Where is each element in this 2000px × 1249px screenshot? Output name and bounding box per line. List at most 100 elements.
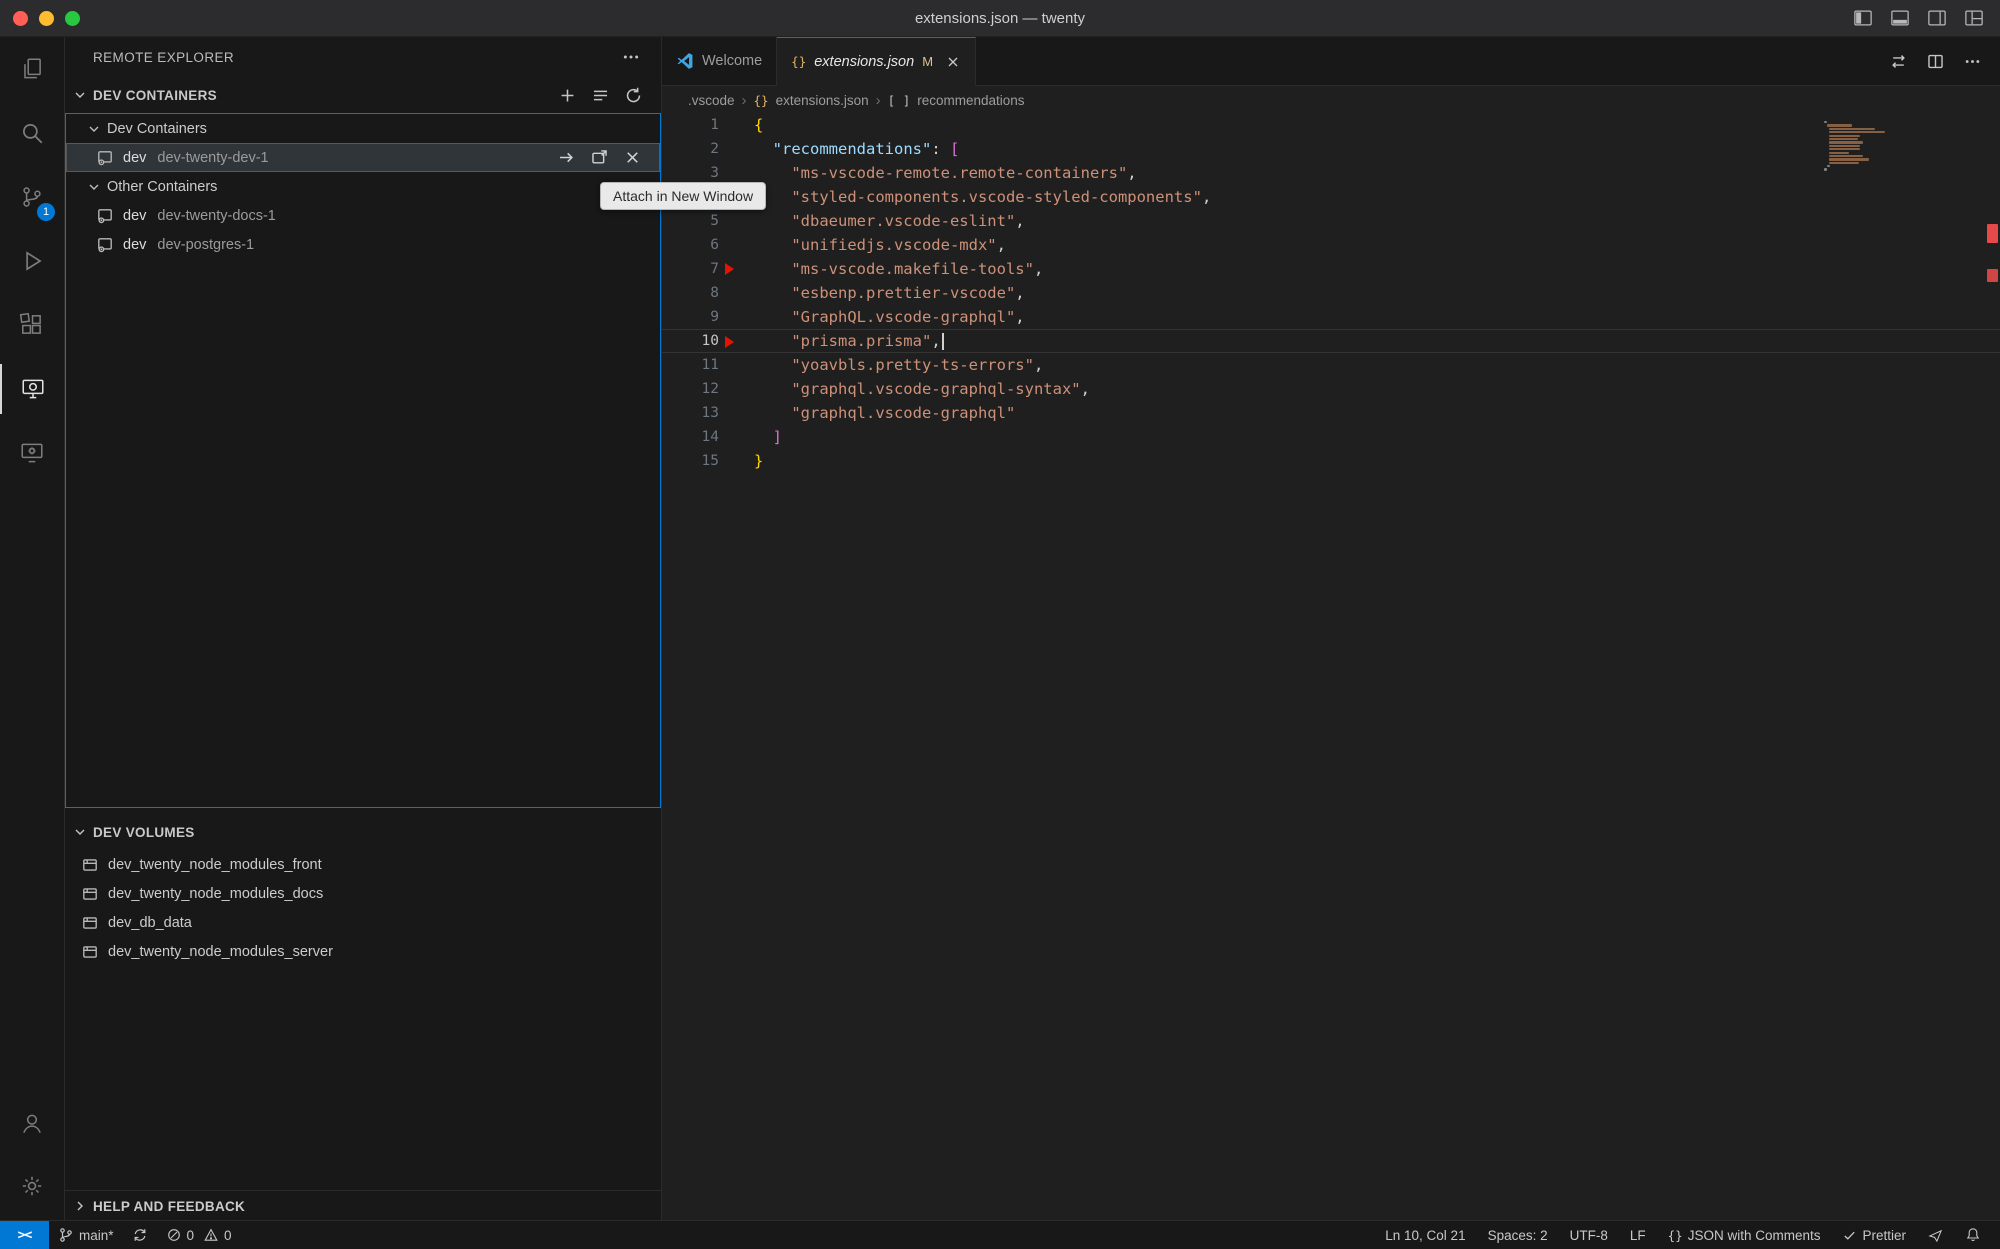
code-text[interactable]: "GraphQL.vscode-graphql", [662,305,2000,329]
code-text[interactable]: "ms-vscode.makefile-tools", [662,257,2000,281]
line-number[interactable]: 10 [662,330,719,352]
toggle-panel-icon[interactable] [1890,8,1910,28]
toggle-secondary-sidebar-icon[interactable] [1927,8,1947,28]
code-line[interactable]: 4 "styled-components.vscode-styled-compo… [662,185,2000,209]
line-number[interactable]: 14 [662,425,719,449]
settings-gear-icon[interactable] [0,1161,64,1211]
tree-group-dev-containers[interactable]: Dev Containers [66,114,660,143]
code-text[interactable]: { [662,113,2000,137]
accounts-icon[interactable] [0,1099,64,1149]
toggle-sidebar-icon[interactable] [1853,8,1873,28]
line-number[interactable]: 12 [662,377,719,401]
code-line[interactable]: 14 ] [662,425,2000,449]
close-icon[interactable] [623,148,642,167]
compare-changes-icon[interactable] [1889,52,1908,71]
code-text[interactable]: "yoavbls.pretty-ts-errors", [662,353,2000,377]
code-text[interactable]: "ms-vscode-remote.remote-containers", [662,161,2000,185]
gutter-marker-icon[interactable] [725,263,734,275]
remote-indicator[interactable]: >< [0,1221,49,1249]
tab-extensions-json[interactable]: {} extensions.json M [777,37,976,86]
volume-item[interactable]: dev_db_data [65,908,661,937]
code-line[interactable]: 2 "recommendations": [ [662,137,2000,161]
code-text[interactable]: "graphql.vscode-graphql-syntax", [662,377,2000,401]
tab-welcome[interactable]: Welcome [662,37,777,85]
explorer-icon[interactable] [0,44,64,94]
add-container-icon[interactable] [558,86,577,105]
indentation-item[interactable]: Spaces: 2 [1477,1228,1559,1243]
overview-ruler[interactable] [1984,37,2000,1221]
maximize-window-button[interactable] [65,11,80,26]
code-line[interactable]: 10 "prisma.prisma", [662,329,2000,353]
code-line[interactable]: 12 "graphql.vscode-graphql-syntax", [662,377,2000,401]
tree-group-other-containers[interactable]: Other Containers [66,172,660,201]
eol-item[interactable]: LF [1619,1228,1657,1243]
code-text[interactable]: "graphql.vscode-graphql" [662,401,2000,425]
line-number[interactable]: 7 [662,257,719,281]
code-line[interactable]: 11 "yoavbls.pretty-ts-errors", [662,353,2000,377]
attach-current-window-icon[interactable] [557,148,576,167]
code-text[interactable]: "dbaeumer.vscode-eslint", [662,209,2000,233]
code-text[interactable]: "prisma.prisma", [662,330,2000,352]
search-icon[interactable] [0,108,64,158]
breadcrumb-symbol[interactable]: recommendations [917,93,1024,108]
code-line[interactable]: 1{ [662,113,2000,137]
extensions-icon[interactable] [0,300,64,350]
remote-explorer-icon[interactable] [0,364,64,414]
source-control-icon[interactable]: 1 [0,172,64,222]
breadcrumb-file[interactable]: extensions.json [776,93,869,108]
encoding-item[interactable]: UTF-8 [1559,1228,1619,1243]
customize-layout-icon[interactable] [1964,8,1984,28]
filter-list-icon[interactable] [591,86,610,105]
line-number[interactable]: 8 [662,281,719,305]
line-number[interactable]: 5 [662,209,719,233]
container-item-dev-twenty-dev-1[interactable]: dev dev-twenty-dev-1 [66,143,660,172]
git-branch-item[interactable]: main* [49,1221,123,1249]
split-editor-icon[interactable] [1926,52,1945,71]
section-dev-volumes[interactable]: DEV VOLUMES [65,814,661,850]
language-mode-item[interactable]: {} JSON with Comments [1657,1228,1832,1243]
code-text[interactable]: "esbenp.prettier-vscode", [662,281,2000,305]
code-text[interactable]: "unifiedjs.vscode-mdx", [662,233,2000,257]
code-line[interactable]: 5 "dbaeumer.vscode-eslint", [662,209,2000,233]
gutter-marker-icon[interactable] [725,336,734,348]
view-more-actions-icon[interactable] [621,47,641,67]
volume-item[interactable]: dev_twenty_node_modules_front [65,850,661,879]
code-text[interactable]: "recommendations": [ [662,137,2000,161]
sync-changes-item[interactable] [123,1221,157,1249]
refresh-icon[interactable] [624,86,643,105]
close-tab-icon[interactable] [945,54,961,70]
run-debug-icon[interactable] [0,236,64,286]
code-line[interactable]: 6 "unifiedjs.vscode-mdx", [662,233,2000,257]
code-line[interactable]: 15} [662,449,2000,473]
line-number[interactable]: 6 [662,233,719,257]
code-line[interactable]: 9 "GraphQL.vscode-graphql", [662,305,2000,329]
breadcrumb-folder[interactable]: .vscode [688,93,735,108]
formatter-item[interactable]: Prettier [1831,1228,1917,1243]
close-window-button[interactable] [13,11,28,26]
code-line[interactable]: 13 "graphql.vscode-graphql" [662,401,2000,425]
section-help-and-feedback[interactable]: HELP AND FEEDBACK [65,1190,661,1221]
container-item-dev-postgres-1[interactable]: dev dev-postgres-1 [66,230,660,259]
section-dev-containers[interactable]: DEV CONTAINERS [65,77,661,113]
line-number[interactable]: 15 [662,449,719,473]
code-text[interactable]: ] [662,425,2000,449]
remote-targets-icon[interactable] [0,428,64,478]
minimap[interactable] [1824,121,1974,172]
notifications-item[interactable] [1954,1227,1992,1243]
line-number[interactable]: 13 [662,401,719,425]
code-area[interactable]: 1{2 "recommendations": [3 "ms-vscode-rem… [662,113,2000,473]
code-line[interactable]: 8 "esbenp.prettier-vscode", [662,281,2000,305]
cursor-position-item[interactable]: Ln 10, Col 21 [1374,1228,1476,1243]
line-number[interactable]: 11 [662,353,719,377]
code-line[interactable]: 3 "ms-vscode-remote.remote-containers", [662,161,2000,185]
line-number[interactable]: 9 [662,305,719,329]
attach-new-window-icon[interactable] [590,148,609,167]
code-text[interactable]: } [662,449,2000,473]
container-item-dev-twenty-docs-1[interactable]: dev dev-twenty-docs-1 [66,201,660,230]
line-number[interactable]: 1 [662,113,719,137]
problems-item[interactable]: 0 0 [157,1221,241,1249]
more-actions-icon[interactable] [1963,52,1982,71]
feedback-item[interactable] [1917,1228,1954,1243]
volume-item[interactable]: dev_twenty_node_modules_server [65,937,661,966]
code-line[interactable]: 7 "ms-vscode.makefile-tools", [662,257,2000,281]
